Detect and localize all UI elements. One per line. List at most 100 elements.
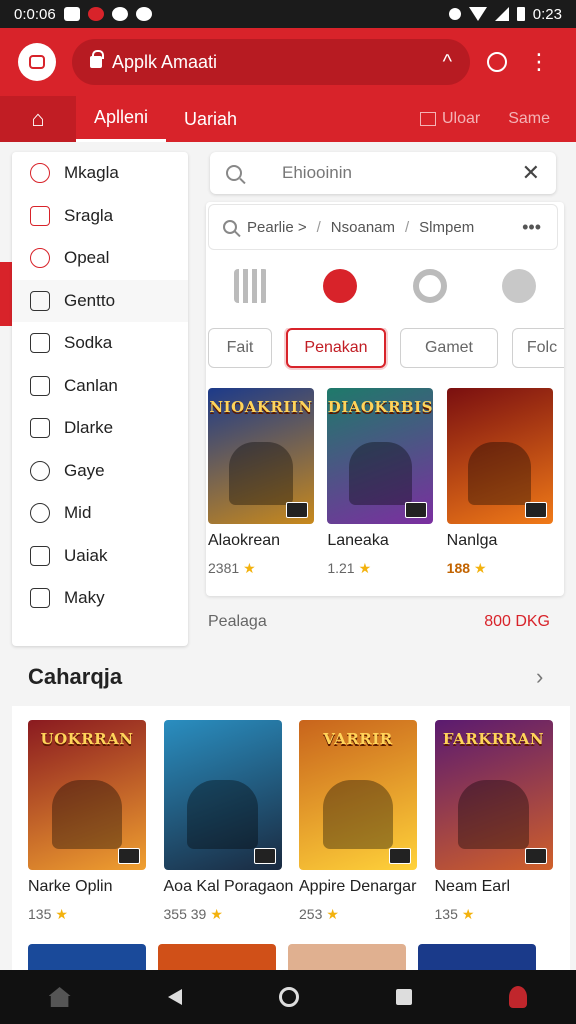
sidebar-item[interactable]: Opeal — [12, 237, 188, 280]
equalizer-icon[interactable] — [233, 269, 268, 303]
circle-home-icon[interactable] — [278, 987, 299, 1007]
badge-icon — [253, 848, 276, 864]
sidebar-item[interactable]: Mid — [12, 492, 188, 535]
game-title: Appire Denargar — [299, 878, 417, 895]
sidebar-item-label: Opeal — [64, 248, 110, 268]
sidebar-item[interactable]: Uaiak — [12, 535, 188, 578]
rating-value: 253 — [299, 906, 323, 922]
back-icon[interactable] — [167, 989, 182, 1005]
sidebar-item[interactable]: Dlarke — [12, 407, 188, 450]
chip-selected[interactable]: Penakan — [286, 328, 386, 368]
sidebar-item[interactable]: Canlan — [12, 365, 188, 408]
sidebar-item[interactable]: Gaye — [12, 450, 188, 493]
cover-artwork — [322, 780, 394, 849]
tab-strip: ⌂ Aplleni Uariah Uloar Same — [0, 96, 576, 142]
link-icon[interactable] — [412, 269, 447, 303]
sidebar-item[interactable]: Sodka — [12, 322, 188, 365]
home-tab[interactable]: ⌂ — [0, 96, 76, 142]
sidebar-item[interactable]: Mkagla — [12, 152, 188, 195]
game-card[interactable]: FARKRRAN Neam Earl 135 ★ — [434, 706, 571, 970]
rating-value: 1.21 — [327, 560, 355, 576]
badge-icon — [524, 502, 547, 518]
game-card[interactable]: Aoa Kal Poragaon 355 39 ★ — [163, 706, 300, 970]
pen-icon — [30, 418, 50, 439]
chip[interactable]: Fait — [208, 328, 272, 368]
tab-1[interactable]: Aplleni — [76, 96, 167, 142]
game-cover[interactable]: VARRIR — [299, 720, 417, 870]
game-rating: 1.21 ★ — [327, 560, 444, 577]
app-logo-button[interactable] — [18, 43, 56, 81]
game-rating: 2381 ★ — [208, 560, 325, 577]
game-cover[interactable] — [288, 944, 406, 970]
game-card[interactable]: NIOAKRIIN Alaokrean 2381 ★ — [206, 388, 325, 577]
close-icon[interactable]: ✕ — [522, 160, 540, 186]
timer-button[interactable] — [482, 47, 512, 77]
user-icon[interactable] — [502, 269, 537, 303]
tab-right-1[interactable]: Uloar — [419, 110, 481, 128]
game-cover[interactable]: NIOAKRIIN — [208, 388, 314, 524]
search-input[interactable]: Ehiooinin ✕ — [210, 152, 556, 194]
rating-value: 2381 — [208, 560, 240, 576]
grid-icon — [30, 205, 50, 226]
sidebar-item-label: Sodka — [64, 333, 113, 353]
featured-games: NIOAKRIIN Alaokrean 2381 ★ DIAOKRBIS Laneaka 1… — [206, 388, 564, 577]
game-card[interactable]: UOKRRAN Narke Oplin 135 ★ — [28, 706, 164, 970]
game-cover[interactable]: DIAOKRBIS — [327, 388, 434, 524]
breadcrumb-separator: / — [405, 218, 410, 236]
rating-value: 188 — [446, 560, 471, 576]
home-icon[interactable] — [48, 987, 71, 1007]
sidebar-item[interactable]: Sragla — [12, 195, 188, 238]
signal-icon — [494, 7, 509, 21]
sidebar-item[interactable]: Gentto — [12, 279, 188, 322]
tab-right-2[interactable]: Same — [508, 110, 550, 128]
game-card[interactable]: Nanlga 188 ★ — [445, 388, 564, 577]
address-text: Applk Amaati — [112, 51, 218, 72]
game-card[interactable]: DIAOKRBIS Laneaka 1.21 ★ — [325, 388, 444, 577]
game-grid: UOKRRAN Narke Oplin 135 ★ Aoa Kal Poragaon 35… — [12, 706, 570, 970]
sidebar: Mkagla Sragla Opeal Gentto Sodka Canlan Dlarke… — [12, 152, 188, 646]
brush-icon[interactable] — [323, 269, 358, 303]
sidebar-item[interactable]: Maky — [12, 577, 188, 620]
media-icon — [111, 7, 128, 21]
stats-label: Pealaga — [208, 613, 267, 630]
chevron-up-icon[interactable]: ^ — [443, 51, 452, 74]
cover-title: DIAOKRBIS — [327, 398, 433, 416]
breadcrumb-item[interactable]: Nsoanam — [331, 219, 395, 236]
badge-icon — [524, 848, 547, 864]
cover-artwork — [187, 780, 258, 849]
game-cover[interactable] — [446, 388, 553, 524]
breadcrumb-item[interactable]: Pearlie > — [247, 219, 307, 236]
chip[interactable]: Gamet — [400, 328, 498, 368]
game-rating: 355 39 ★ — [164, 906, 300, 923]
chevron-right-icon[interactable]: › — [536, 664, 543, 690]
star-icon: ★ — [474, 560, 487, 576]
more-icon[interactable]: ••• — [522, 217, 541, 238]
breadcrumb-item[interactable]: Slmpem — [419, 219, 474, 236]
game-cover[interactable] — [28, 944, 146, 970]
game-title: Neam Earl — [434, 878, 511, 895]
pin-icon — [30, 248, 50, 269]
badge-icon — [118, 848, 140, 864]
star-icon: ★ — [55, 906, 68, 922]
game-cover[interactable] — [163, 720, 282, 870]
more-menu-button[interactable]: ⋮ — [524, 47, 554, 77]
chip[interactable]: Folc — [512, 328, 564, 368]
status-bar: 0:0:06 0:23 — [0, 0, 576, 28]
star-icon: ★ — [358, 560, 372, 576]
recents-icon[interactable] — [396, 989, 413, 1005]
badge-icon — [286, 502, 308, 518]
game-cover[interactable]: UOKRRAN — [28, 720, 146, 870]
profile-icon[interactable] — [509, 986, 528, 1008]
tab-2[interactable]: Uariah — [166, 96, 255, 142]
gallery-icon — [63, 7, 80, 21]
game-cover[interactable] — [418, 944, 536, 970]
game-cover[interactable] — [158, 944, 276, 970]
address-bar[interactable]: Applk Amaati ^ — [72, 39, 470, 85]
filter-card: Pearlie > / Nsoanam / Slmpem ••• Fait Pe… — [206, 202, 564, 596]
search-icon — [226, 165, 242, 181]
game-card[interactable]: VARRIR Appire Denargar 253 ★ — [299, 706, 435, 970]
tab-right-1-label: Uloar — [441, 110, 481, 127]
game-cover[interactable]: FARKRRAN — [434, 720, 553, 870]
game-title: Aoa Kal Poragaon — [163, 878, 294, 895]
stats-value[interactable]: 800 DKG — [484, 613, 550, 631]
